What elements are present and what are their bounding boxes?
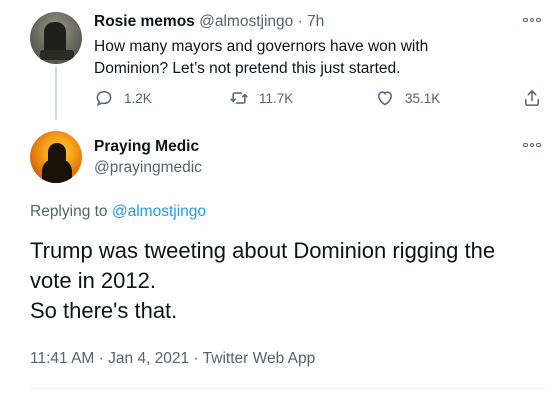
retweet-icon [230,92,248,104]
focused-tweet-text-line: vote in 2012. [30,268,156,293]
more-options-icon[interactable] [523,16,541,24]
focused-tweet-text: Trump was tweeting about Dominion riggin… [30,236,545,326]
parent-author-name[interactable]: Rosie memos [94,13,195,30]
tweet-date[interactable]: Jan 4, 2021 [108,350,189,367]
replying-to-label: Replying to [30,203,108,220]
share-button[interactable] [522,88,542,108]
meta-separator: · [193,350,199,367]
divider [30,388,545,389]
retweet-button[interactable]: 11.7K [229,88,293,108]
tweet-time[interactable]: 11:41 AM [30,350,94,367]
focused-tweet-text-line: So there's that. [30,298,178,323]
reply-count: 1.2K [124,90,152,106]
thread-connector-line [55,67,57,120]
meta-separator: · [98,350,104,367]
parent-tweet[interactable]: Rosie memos @almostjingo · 7h How many m… [0,0,559,120]
parent-tweet-actions: 1.2K 11.7K 35.1K [94,88,544,112]
header-separator: · [297,13,303,30]
tweet-client[interactable]: Twitter Web App [203,350,316,367]
reply-button[interactable]: 1.2K [94,88,152,108]
focused-tweet-text-line: Trump was tweeting about Dominion riggin… [30,238,496,263]
parent-tweet-text-line: How many mayors and governors have won w… [94,38,429,55]
focused-author-avatar[interactable] [30,131,82,183]
parent-tweet-header: Rosie memos @almostjingo · 7h [94,12,324,32]
replying-to-line: Replying to @almostjingo [30,202,206,222]
parent-author-handle[interactable]: @almostjingo [199,13,293,30]
replying-to-handle-link[interactable]: @almostjingo [112,203,206,220]
like-button[interactable]: 35.1K [375,88,440,108]
more-options-icon[interactable] [523,141,541,149]
focused-author-handle[interactable]: @prayingmedic [94,158,202,178]
avatar-figure-base [40,50,74,60]
share-icon [525,90,539,106]
parent-tweet-text: How many mayors and governors have won w… [94,36,494,80]
like-icon [377,91,393,106]
like-count: 35.1K [405,90,441,106]
retweet-count: 11.7K [259,90,294,106]
parent-tweet-text-line: Dominion? Let’s not pretend this just st… [94,60,401,77]
tweet-metadata: 11:41 AM · Jan 4, 2021 · Twitter Web App [30,349,315,369]
reply-icon [96,90,112,107]
parent-tweet-time[interactable]: 7h [307,13,324,30]
focused-author-name[interactable]: Praying Medic [94,137,199,157]
avatar-silhouette [48,143,66,183]
parent-author-avatar[interactable] [30,12,82,64]
